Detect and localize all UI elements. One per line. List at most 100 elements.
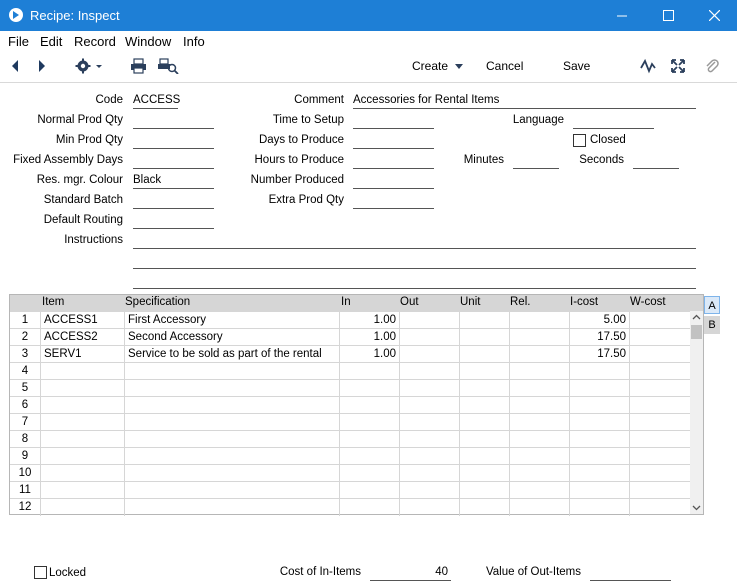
minutes-field[interactable] — [513, 154, 559, 169]
cell-wcost[interactable] — [629, 346, 690, 363]
fixed-assembly-days-field[interactable] — [133, 154, 214, 169]
min-prod-qty-field[interactable] — [133, 134, 214, 149]
menu-window[interactable]: Window — [125, 34, 171, 49]
cell-item[interactable] — [40, 380, 124, 397]
cell-spec[interactable]: Service to be sold as part of the rental — [124, 346, 339, 363]
minimize-button[interactable] — [599, 0, 645, 31]
cell-icost[interactable] — [569, 414, 629, 431]
cell-in[interactable] — [339, 431, 399, 448]
cell-rel[interactable] — [509, 312, 569, 329]
tab-a[interactable]: A — [704, 296, 720, 314]
table-row[interactable]: 2 ACCESS2 Second Accessory 1.00 17.50 — [10, 328, 690, 346]
table-row[interactable]: 9 — [10, 447, 690, 465]
close-button[interactable] — [691, 0, 737, 31]
menu-edit[interactable]: Edit — [40, 34, 62, 49]
cell-in[interactable] — [339, 465, 399, 482]
menu-file[interactable]: File — [8, 34, 29, 49]
print-icon[interactable] — [130, 58, 147, 74]
maximize-button[interactable] — [645, 0, 691, 31]
cell-wcost[interactable] — [629, 363, 690, 380]
cell-out[interactable] — [399, 431, 459, 448]
cell-wcost[interactable] — [629, 448, 690, 465]
cell-item[interactable]: SERV1 — [40, 346, 124, 363]
cell-spec[interactable]: Second Accessory — [124, 329, 339, 346]
cell-out[interactable] — [399, 482, 459, 499]
cell-item[interactable]: ACCESS2 — [40, 329, 124, 346]
attachment-icon[interactable] — [705, 58, 719, 74]
cell-out[interactable] — [399, 414, 459, 431]
cell-unit[interactable] — [459, 346, 509, 363]
cell-item[interactable] — [40, 499, 124, 516]
language-field[interactable] — [573, 114, 654, 129]
res-mgr-colour-field[interactable]: Black — [133, 174, 214, 189]
cell-icost[interactable] — [569, 499, 629, 516]
cell-rel[interactable] — [509, 482, 569, 499]
cell-in[interactable] — [339, 380, 399, 397]
cell-item[interactable] — [40, 397, 124, 414]
cell-icost[interactable] — [569, 431, 629, 448]
code-field[interactable]: ACCESS — [133, 94, 180, 109]
cell-icost[interactable]: 17.50 — [569, 346, 629, 363]
table-row[interactable]: 8 — [10, 430, 690, 448]
cell-item[interactable] — [40, 465, 124, 482]
cell-icost[interactable]: 17.50 — [569, 329, 629, 346]
table-row[interactable]: 4 — [10, 362, 690, 380]
cell-in[interactable] — [339, 414, 399, 431]
prev-record-icon[interactable] — [10, 58, 20, 74]
cell-wcost[interactable] — [629, 312, 690, 329]
cell-out[interactable] — [399, 329, 459, 346]
cell-in[interactable] — [339, 482, 399, 499]
cell-wcost[interactable] — [629, 431, 690, 448]
scroll-thumb[interactable] — [691, 325, 702, 339]
cell-rel[interactable] — [509, 414, 569, 431]
cell-item[interactable] — [40, 431, 124, 448]
cell-wcost[interactable] — [629, 380, 690, 397]
cell-unit[interactable] — [459, 329, 509, 346]
cell-rel[interactable] — [509, 448, 569, 465]
cell-wcost[interactable] — [629, 397, 690, 414]
cell-item[interactable]: ACCESS1 — [40, 312, 124, 329]
tab-b[interactable]: B — [704, 316, 720, 334]
cell-spec[interactable] — [124, 414, 339, 431]
closed-checkbox[interactable] — [573, 134, 586, 147]
table-row[interactable]: 1 ACCESS1 First Accessory 1.00 5.00 — [10, 311, 690, 329]
cell-out[interactable] — [399, 312, 459, 329]
instructions-field[interactable] — [133, 234, 696, 289]
cell-icost[interactable]: 5.00 — [569, 312, 629, 329]
cell-rel[interactable] — [509, 499, 569, 516]
cell-rel[interactable] — [509, 329, 569, 346]
cell-unit[interactable] — [459, 499, 509, 516]
cell-unit[interactable] — [459, 380, 509, 397]
cell-unit[interactable] — [459, 397, 509, 414]
locked-checkbox[interactable] — [34, 566, 47, 579]
table-row[interactable]: 5 — [10, 379, 690, 397]
cell-icost[interactable] — [569, 465, 629, 482]
cell-icost[interactable] — [569, 448, 629, 465]
cell-icost[interactable] — [569, 380, 629, 397]
cell-spec[interactable] — [124, 499, 339, 516]
scroll-down-icon[interactable] — [690, 501, 703, 514]
menu-record[interactable]: Record — [74, 34, 116, 49]
scroll-up-icon[interactable] — [690, 311, 703, 324]
cell-rel[interactable] — [509, 465, 569, 482]
cell-rel[interactable] — [509, 363, 569, 380]
cell-in[interactable]: 1.00 — [339, 346, 399, 363]
cell-in[interactable] — [339, 499, 399, 516]
table-row[interactable]: 3 SERV1 Service to be sold as part of the … — [10, 345, 690, 363]
cell-icost[interactable] — [569, 397, 629, 414]
cell-rel[interactable] — [509, 431, 569, 448]
cell-in[interactable] — [339, 397, 399, 414]
standard-batch-field[interactable] — [133, 194, 214, 209]
vertical-scrollbar[interactable] — [690, 311, 703, 514]
normal-prod-qty-field[interactable] — [133, 114, 214, 129]
gear-icon[interactable] — [75, 58, 105, 74]
cell-rel[interactable] — [509, 397, 569, 414]
cell-spec[interactable] — [124, 431, 339, 448]
seconds-field[interactable] — [633, 154, 679, 169]
cell-wcost[interactable] — [629, 482, 690, 499]
cell-item[interactable] — [40, 414, 124, 431]
cell-out[interactable] — [399, 499, 459, 516]
cell-out[interactable] — [399, 465, 459, 482]
cell-spec[interactable] — [124, 397, 339, 414]
table-row[interactable]: 10 — [10, 464, 690, 482]
